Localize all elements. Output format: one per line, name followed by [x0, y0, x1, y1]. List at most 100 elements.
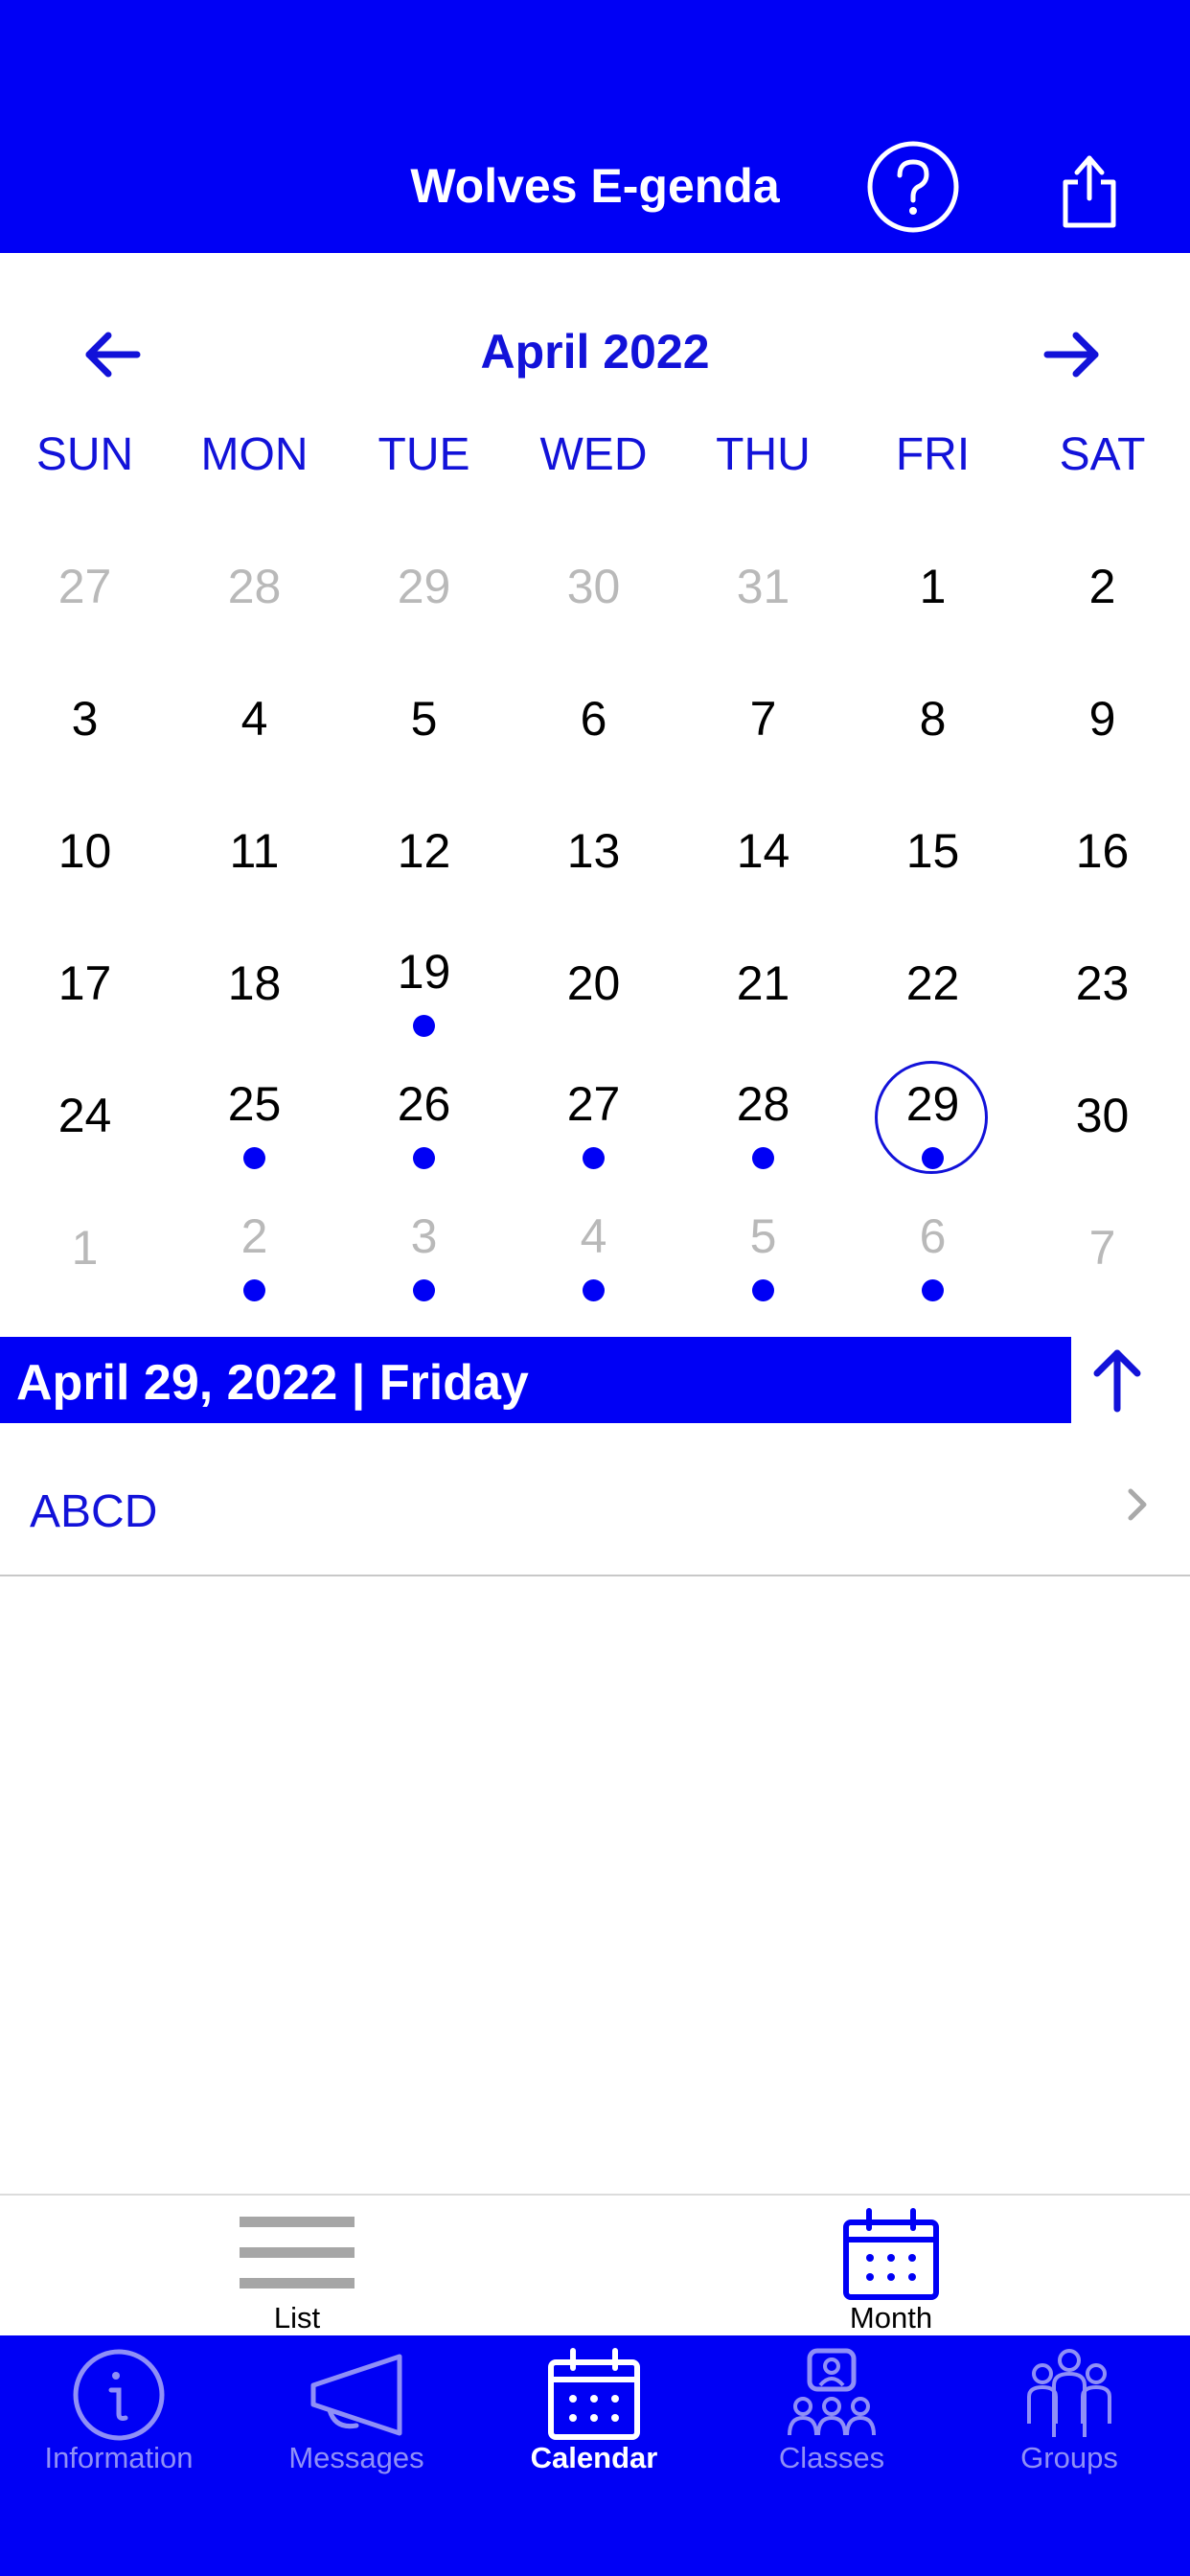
calendar-day[interactable]: 30 — [509, 522, 678, 655]
day-number: 30 — [1075, 1089, 1130, 1142]
day-number: 1 — [71, 1221, 99, 1275]
calendar-day[interactable]: 11 — [170, 787, 339, 919]
calendar-day[interactable]: 25 — [170, 1051, 339, 1184]
calendar-day[interactable]: 27 — [509, 1051, 678, 1184]
calendar-day[interactable]: 3 — [0, 655, 170, 787]
calendar-day[interactable]: 23 — [1018, 919, 1187, 1051]
calendar-day[interactable]: 18 — [170, 919, 339, 1051]
tab-groups[interactable]: Groups — [950, 2335, 1188, 2479]
calendar-day[interactable]: 26 — [339, 1051, 509, 1184]
app-title: Wolves E-genda — [410, 159, 780, 213]
day-number: 6 — [580, 692, 607, 746]
calendar-day[interactable]: 5 — [678, 1184, 848, 1316]
day-number: 6 — [919, 1209, 947, 1263]
day-number: 29 — [397, 560, 451, 613]
day-number: 27 — [57, 560, 112, 613]
calendar-day[interactable]: 30 — [1018, 1051, 1187, 1184]
event-list-item[interactable]: ABCD — [0, 1428, 1190, 1576]
day-number: 29 — [905, 1077, 960, 1131]
day-number: 17 — [57, 956, 112, 1010]
calendar-day[interactable]: 6 — [848, 1184, 1018, 1316]
event-indicator-dot — [413, 1015, 435, 1037]
megaphone-icon — [309, 2347, 404, 2443]
calendar-day[interactable]: 14 — [678, 787, 848, 919]
weekday-label: THU — [716, 429, 811, 480]
calendar-icon — [546, 2347, 642, 2443]
day-number: 7 — [1088, 1221, 1116, 1275]
event-indicator-dot — [752, 1147, 774, 1169]
tab-messages[interactable]: Messages — [238, 2335, 475, 2479]
day-number: 10 — [57, 824, 112, 878]
day-number: 25 — [227, 1077, 282, 1131]
list-icon — [240, 2205, 355, 2301]
groups-icon — [1021, 2347, 1117, 2443]
tab-label: Calendar — [530, 2441, 658, 2474]
tab-label: Groups — [1020, 2441, 1118, 2474]
calendar-day[interactable]: 21 — [678, 919, 848, 1051]
calendar-day[interactable]: 6 — [509, 655, 678, 787]
day-number: 8 — [919, 692, 947, 746]
app-header: Wolves E-genda — [0, 0, 1190, 253]
day-number: 5 — [749, 1209, 777, 1263]
tab-label: Messages — [288, 2441, 424, 2474]
calendar-day[interactable]: 12 — [339, 787, 509, 919]
calendar-day[interactable]: 15 — [848, 787, 1018, 919]
day-number: 20 — [566, 956, 621, 1010]
calendar-day[interactable]: 1 — [848, 522, 1018, 655]
calendar-day[interactable]: 4 — [170, 655, 339, 787]
day-number: 30 — [566, 560, 621, 613]
day-number: 22 — [905, 956, 960, 1010]
bottom-tab-bar: Information Messages Calendar Classes Gr… — [0, 2335, 1190, 2576]
list-view-button[interactable]: List — [182, 2196, 412, 2337]
day-number: 14 — [736, 824, 790, 878]
day-number: 1 — [919, 560, 947, 613]
day-number: 28 — [227, 560, 282, 613]
weekday-label: TUE — [378, 429, 470, 480]
calendar-day[interactable]: 7 — [678, 655, 848, 787]
calendar-day[interactable]: 24 — [0, 1051, 170, 1184]
event-indicator-dot — [413, 1279, 435, 1301]
calendar-day[interactable]: 2 — [170, 1184, 339, 1316]
month-view-button[interactable]: Month — [776, 2196, 1006, 2337]
tab-classes[interactable]: Classes — [713, 2335, 950, 2479]
calendar-day[interactable]: 27 — [0, 522, 170, 655]
day-number: 2 — [240, 1209, 268, 1263]
weekday-label: FRI — [895, 429, 971, 480]
calendar-day[interactable]: 31 — [678, 522, 848, 655]
calendar-day[interactable]: 20 — [509, 919, 678, 1051]
calendar-day[interactable]: 1 — [0, 1184, 170, 1316]
arrow-right-icon[interactable] — [1033, 316, 1110, 393]
calendar-day[interactable]: 28 — [678, 1051, 848, 1184]
calendar-day[interactable]: 29 — [339, 522, 509, 655]
arrow-up-icon[interactable] — [1078, 1342, 1156, 1418]
classes-icon — [784, 2347, 880, 2443]
tab-information[interactable]: Information — [0, 2335, 238, 2479]
tab-calendar[interactable]: Calendar — [475, 2335, 713, 2479]
event-indicator-dot — [583, 1147, 605, 1169]
calendar-day[interactable]: 10 — [0, 787, 170, 919]
calendar-day-selected[interactable]: 29 — [848, 1051, 1018, 1184]
calendar-icon — [834, 2205, 949, 2301]
chevron-right-icon — [1123, 1485, 1152, 1524]
calendar-day[interactable]: 5 — [339, 655, 509, 787]
calendar-day[interactable]: 28 — [170, 522, 339, 655]
event-indicator-dot — [922, 1147, 944, 1169]
calendar-day[interactable]: 13 — [509, 787, 678, 919]
calendar-day[interactable]: 16 — [1018, 787, 1187, 919]
month-navigation: April 2022 — [0, 316, 1190, 393]
question-circle-icon[interactable] — [865, 139, 961, 235]
calendar-day[interactable]: 19 — [339, 919, 509, 1051]
calendar-day[interactable]: 9 — [1018, 655, 1187, 787]
calendar-day[interactable]: 17 — [0, 919, 170, 1051]
calendar-day[interactable]: 2 — [1018, 522, 1187, 655]
calendar-day[interactable]: 8 — [848, 655, 1018, 787]
calendar-day[interactable]: 22 — [848, 919, 1018, 1051]
share-icon[interactable] — [1041, 139, 1137, 235]
tab-label: Information — [44, 2441, 194, 2474]
weekday-label: SAT — [1059, 429, 1146, 480]
calendar-day[interactable]: 7 — [1018, 1184, 1187, 1316]
weekday-header: SUN MON TUE WED THU FRI SAT — [0, 428, 1190, 486]
calendar-day[interactable]: 4 — [509, 1184, 678, 1316]
month-view-label: Month — [849, 2301, 933, 2334]
calendar-day[interactable]: 3 — [339, 1184, 509, 1316]
